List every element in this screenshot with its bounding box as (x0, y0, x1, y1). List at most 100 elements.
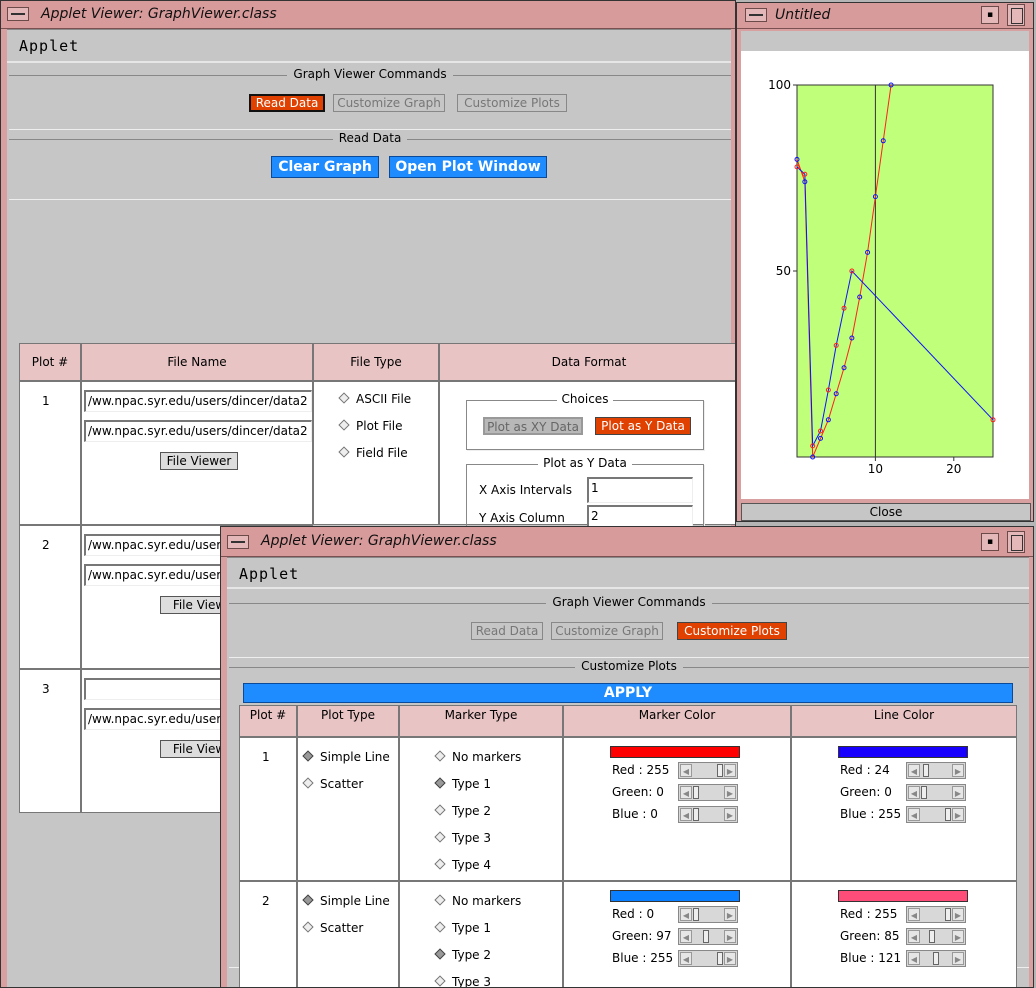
type2-radio[interactable]: Type 2 (434, 948, 491, 962)
row2-markercolor-cell: Red : 0 ◀ ▶ Green: 97 ◀ ▶ Blue : 255 ◀ ▶ (563, 881, 791, 987)
simple-line-radio[interactable]: Simple Line (302, 894, 390, 908)
type3-radio[interactable]: Type 3 (434, 975, 491, 987)
green-label: Green: 0 (612, 785, 664, 799)
field-file-radio[interactable]: Field File (338, 446, 408, 460)
green-label: Green: 85 (840, 929, 900, 943)
file-name-input[interactable]: /ww.npac.syr.edu/users/dincer/data2 (84, 420, 312, 442)
green-slider[interactable]: ◀ ▶ (678, 928, 738, 945)
row1-num-cell: 1 (239, 737, 297, 881)
row-number: 2 (262, 894, 270, 908)
x-axis-input[interactable]: 1 (587, 477, 693, 503)
applet-label-bar: Applet (7, 29, 731, 63)
maximize-icon[interactable] (1007, 4, 1025, 26)
applet-label: Applet (239, 565, 300, 583)
plot-y-group-label: Plot as Y Data (538, 456, 632, 470)
row1-filetype-cell: ASCII File Plot File Field File (313, 381, 439, 525)
plot-chart: 100 50 10 20 (768, 78, 996, 476)
window-menu-icon[interactable] (227, 535, 249, 549)
y-tick-label: 100 (768, 78, 791, 92)
window-title: Applet Viewer: GraphViewer.class (41, 6, 277, 22)
blue-label: Blue : 0 (612, 807, 658, 821)
scatter-radio[interactable]: Scatter (302, 921, 363, 935)
plot-window: Untitled ▪ 100 50 10 20 Close (736, 2, 1034, 522)
y-tick-label: 50 (776, 264, 791, 278)
simple-line-radio[interactable]: Simple Line (302, 750, 390, 764)
blue-slider[interactable]: ◀ ▶ (678, 806, 738, 823)
no-markers-radio[interactable]: No markers (434, 750, 521, 764)
plot-window-title: Untitled (775, 7, 831, 23)
blue-slider[interactable]: ◀ ▶ (906, 950, 966, 967)
customize-graph-button[interactable]: Customize Graph (333, 94, 445, 112)
ascii-file-radio[interactable]: ASCII File (338, 392, 411, 406)
header-plot-type: Plot Type (297, 705, 399, 737)
header-plot-num: Plot # (239, 705, 297, 737)
read-data-label: Read Data (332, 131, 408, 145)
file-name-input[interactable]: /ww.npac.syr.edu/users/dincer/data2 (84, 390, 312, 412)
row2-num-cell: 2 (19, 525, 81, 669)
customize-plots-button[interactable]: Customize Plots (457, 94, 567, 112)
row1-num-cell: 1 (19, 381, 81, 525)
commands-label: Graph Viewer Commands (287, 67, 453, 81)
choices-label: Choices (556, 392, 614, 406)
row1-plottype-cell: Simple Line Scatter (297, 737, 399, 881)
type4-radio[interactable]: Type 4 (434, 858, 491, 872)
red-label: Red : 24 (840, 763, 890, 777)
green-slider[interactable]: ◀ ▶ (906, 784, 966, 801)
blue-label: Blue : 255 (612, 951, 674, 965)
close-button[interactable]: Close (741, 503, 1031, 521)
blue-slider[interactable]: ◀ ▶ (906, 806, 966, 823)
read-data-button[interactable]: Read Data (471, 622, 543, 640)
x-tick-label: 10 (868, 462, 883, 476)
second-titlebar[interactable]: Applet Viewer: GraphViewer.class ▪ (221, 527, 1033, 557)
plot-canvas: 100 50 10 20 (741, 31, 1029, 499)
window-menu-icon[interactable] (7, 7, 29, 21)
type1-radio[interactable]: Type 1 (434, 777, 491, 791)
file-viewer-button[interactable]: File Viewer (160, 452, 238, 470)
main-titlebar[interactable]: Applet Viewer: GraphViewer.class (1, 1, 735, 29)
green-label: Green: 97 (612, 929, 672, 943)
read-data-group: Read Data Clear Graph Open Plot Window (9, 131, 731, 199)
customize-plots-button[interactable]: Customize Plots (677, 622, 787, 640)
red-label: Red : 0 (612, 907, 655, 921)
open-plot-window-button[interactable]: Open Plot Window (389, 156, 547, 178)
type1-radio[interactable]: Type 1 (434, 921, 491, 935)
header-file-name: File Name (81, 343, 313, 381)
apply-button[interactable]: APPLY (243, 683, 1013, 703)
line-color-swatch (838, 890, 968, 902)
red-slider[interactable]: ◀ ▶ (678, 906, 738, 923)
customize-graph-button[interactable]: Customize Graph (551, 622, 663, 640)
row2-markertype-cell: No markers Type 1 Type 2 Type 3 (399, 881, 563, 987)
plot-xy-button[interactable]: Plot as XY Data (483, 417, 583, 435)
row2-num-cell: 2 (239, 881, 297, 987)
green-label: Green: 0 (840, 785, 892, 799)
row2-linecolor-cell: Red : 255 ◀ ▶ Green: 85 ◀ ▶ Blue : 121 ◀ ▶ (791, 881, 1017, 987)
green-slider[interactable]: ◀ ▶ (678, 784, 738, 801)
clear-graph-button[interactable]: Clear Graph (271, 156, 379, 178)
type3-radio[interactable]: Type 3 (434, 831, 491, 845)
red-slider[interactable]: ◀ ▶ (906, 906, 966, 923)
plot-y-button[interactable]: Plot as Y Data (595, 417, 691, 435)
row-number: 1 (42, 394, 50, 408)
type2-radio[interactable]: Type 2 (434, 804, 491, 818)
blue-label: Blue : 121 (840, 951, 902, 965)
plot-file-radio[interactable]: Plot File (338, 419, 403, 433)
row2-plottype-cell: Simple Line Scatter (297, 881, 399, 987)
minimize-icon[interactable]: ▪ (981, 533, 999, 551)
blue-slider[interactable]: ◀ ▶ (678, 950, 738, 967)
no-markers-radio[interactable]: No markers (434, 894, 521, 908)
plot-titlebar[interactable]: Untitled ▪ (737, 3, 1033, 29)
minimize-icon[interactable]: ▪ (981, 6, 999, 24)
green-slider[interactable]: ◀ ▶ (906, 928, 966, 945)
row1-markercolor-cell: Red : 255 ◀ ▶ Green: 0 ◀ ▶ Blue : 0 ◀ ▶ (563, 737, 791, 881)
line-color-swatch (838, 746, 968, 758)
read-data-button[interactable]: Read Data (249, 94, 325, 112)
applet-label-bar: Applet (227, 557, 1029, 589)
red-slider[interactable]: ◀ ▶ (906, 762, 966, 779)
scatter-radio[interactable]: Scatter (302, 777, 363, 791)
window-menu-icon[interactable] (745, 8, 767, 22)
header-marker-color: Marker Color (563, 705, 791, 737)
header-marker-type: Marker Type (399, 705, 563, 737)
maximize-icon[interactable] (1007, 531, 1025, 553)
red-slider[interactable]: ◀ ▶ (678, 762, 738, 779)
x-axis-label: X Axis Intervals (479, 483, 572, 497)
